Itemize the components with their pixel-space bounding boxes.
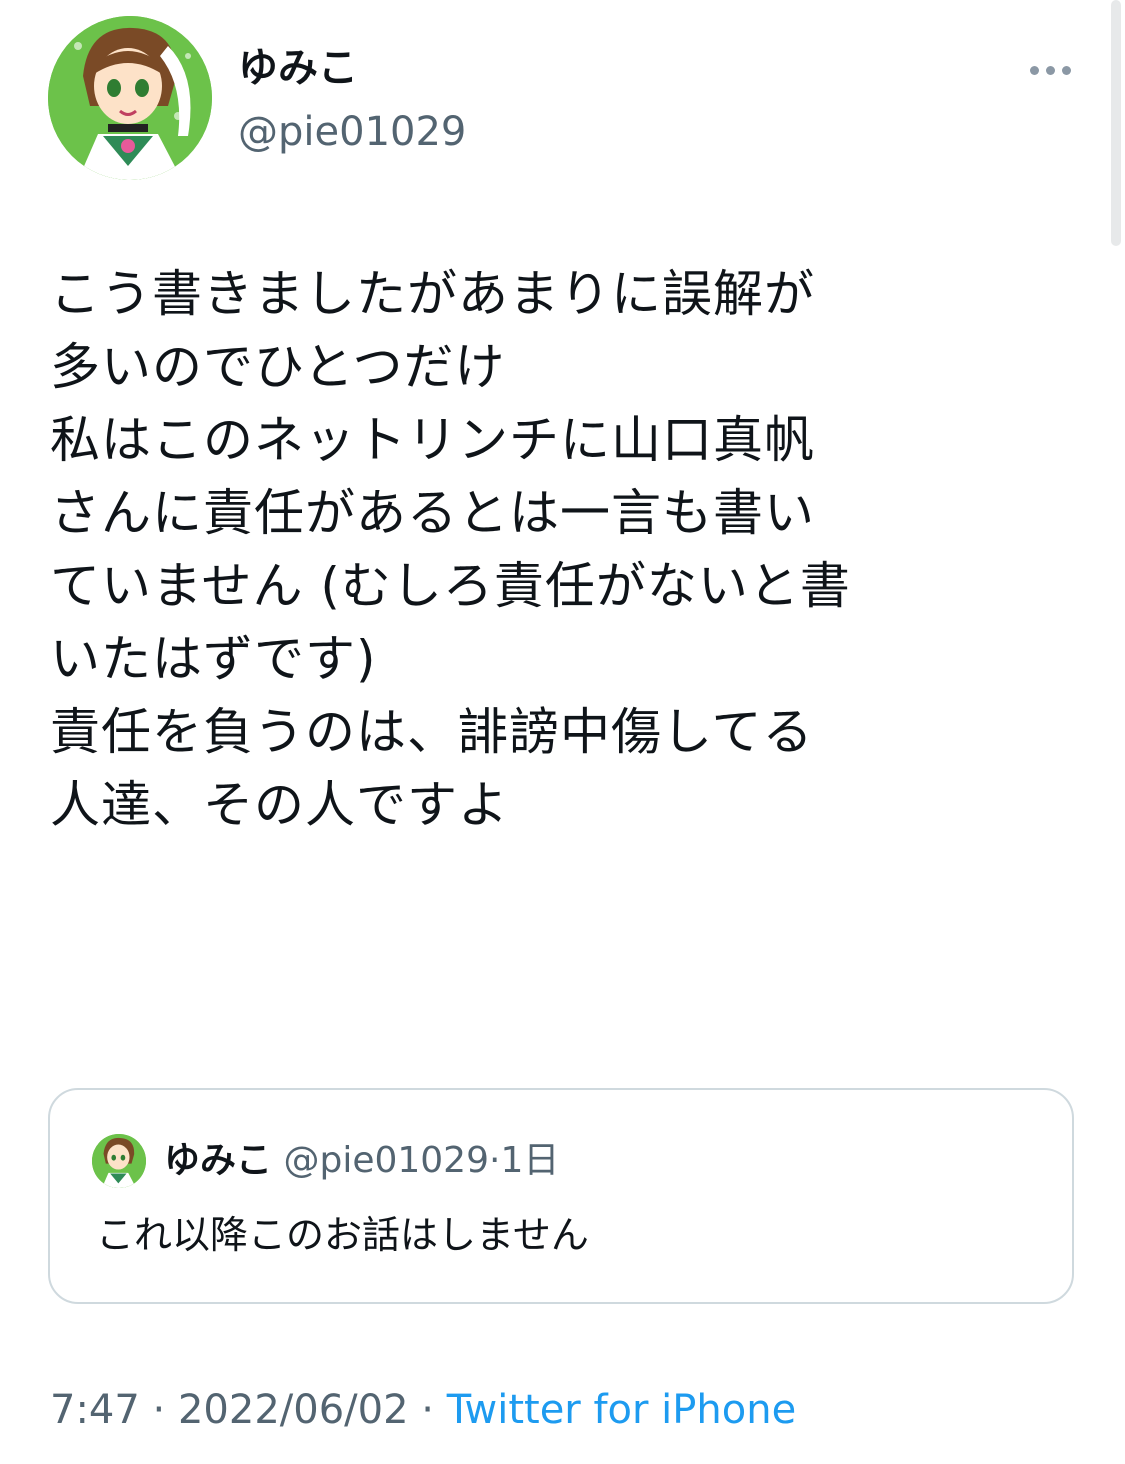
dot	[1061, 65, 1071, 75]
dot	[1029, 65, 1039, 75]
author-avatar[interactable]: jior	[48, 16, 212, 180]
tweet-line: さんに責任があるとは一言も書い	[50, 484, 815, 542]
tweet-source-link[interactable]: Twitter for iPhone	[447, 1387, 797, 1433]
tweet-line: ていません (むしろ責任がないと書	[50, 557, 851, 615]
tweet-metadata: 7:47 · 2022/06/02 · Twitter for iPhone	[50, 1382, 796, 1438]
quoted-author-avatar	[92, 1134, 146, 1188]
quoted-tweet-header: ゆみこ @pie01029·1日	[164, 1134, 559, 1188]
separator-dot: ·	[489, 1140, 501, 1181]
author-handle[interactable]: @pie01029	[238, 104, 466, 160]
quoted-author-handle: @pie01029	[283, 1140, 489, 1181]
quoted-tweet-text: これ以降このお話はしません	[96, 1213, 589, 1257]
more-options-icon[interactable]	[1024, 52, 1076, 88]
separator-dot: ·	[408, 1387, 447, 1433]
author-display-name[interactable]: ゆみこ	[238, 40, 358, 96]
quoted-tweet-time: 1日	[500, 1140, 560, 1181]
tweet-line: 多いのでひとつだけ	[50, 338, 506, 396]
tweet-line: 私はこのネットリンチに山口真帆	[50, 411, 815, 469]
separator-dot: ·	[139, 1387, 178, 1433]
tweet-time: 7:47	[50, 1387, 140, 1433]
sailor-jupiter-avatar-icon	[92, 1134, 146, 1188]
tweet-date: 2022/06/02	[177, 1387, 409, 1433]
quoted-author-name: ゆみこ	[164, 1140, 273, 1181]
tweet-line: 責任を負うのは、誹謗中傷してる	[50, 703, 814, 761]
dot	[1045, 65, 1055, 75]
sailor-jupiter-avatar-icon: jior	[48, 16, 212, 180]
scrollbar[interactable]	[1111, 0, 1121, 246]
svg-text:jior: jior	[67, 162, 90, 178]
tweet-line: いたはずです)	[50, 630, 377, 688]
tweet-line: こう書きましたがあまりに誤解が	[50, 265, 815, 323]
tweet-text: こう書きましたがあまりに誤解が 多いのでひとつだけ 私はこのネットリンチに山口真…	[50, 258, 1090, 842]
tweet-line: 人達、その人ですよ	[50, 776, 509, 834]
quoted-tweet-card[interactable]: ゆみこ @pie01029·1日 これ以降このお話はしません	[48, 1088, 1074, 1304]
